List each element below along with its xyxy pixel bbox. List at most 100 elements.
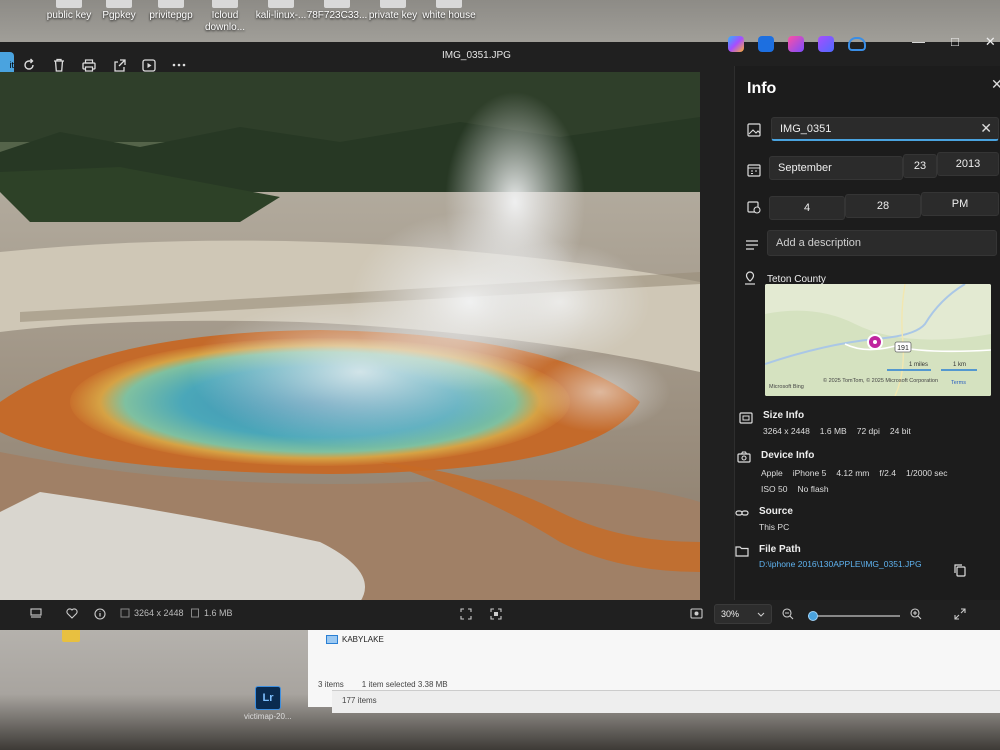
more-icon [172,63,186,67]
lightroom-app-icon[interactable]: Lr [255,686,281,710]
file-size-text: 1.6 MB [204,608,233,618]
copy-icon[interactable] [953,563,967,577]
image-icon [747,123,761,137]
share-icon [113,58,126,72]
fit-view-button[interactable] [460,608,472,620]
file-name-input[interactable]: IMG_0351 ✕ [771,117,999,141]
device-info-values-row2: ISO 50 No flash [761,484,829,494]
time-minute-select[interactable]: 28 [845,194,921,218]
device-focal-length: 4.12 mm [836,468,870,478]
description-input[interactable]: Add a description [767,230,997,256]
fullscreen-button[interactable] [954,608,966,620]
file-path-link[interactable]: D:\iphone 2016\130APPLE\IMG_0351.JPG [759,559,922,569]
close-icon[interactable]: ✕ [985,34,996,50]
file-path-value: D:\iphone 2016\130APPLE\IMG_0351.JPG [759,559,922,569]
explorer-item-count: 3 items [318,680,344,689]
create-icon[interactable] [818,36,834,52]
close-info-icon[interactable]: ✕ [991,76,1000,93]
photo-viewport[interactable] [0,72,700,602]
device-flash: No flash [797,484,829,494]
explorer-selected-info: 1 item selected 3.38 MB [361,680,448,689]
zoom-in-button[interactable] [910,608,922,620]
device-shutter: 1/2000 sec [905,468,948,478]
size-info-dims: 3264 x 2448 [763,426,810,436]
date-month-value: September [778,162,832,174]
zoom-out-icon [782,608,794,620]
source-label: Source [759,506,793,517]
time-period-value: PM [951,198,969,210]
printer-icon [82,58,96,72]
explorer-drive-row[interactable]: KABYLAKE [326,635,384,644]
explorer2-item-count: 177 items [342,696,377,705]
onedrive-icon[interactable] [848,37,866,51]
computer-icon [326,635,338,644]
clipchamp-icon[interactable] [788,36,804,52]
desktop-icon-label: white house [422,10,476,21]
map-terms-link[interactable]: Terms [951,380,966,386]
actual-size-icon [490,608,502,620]
map-brand: Microsoft Bing [769,384,804,390]
file-icon [380,0,406,8]
rotate-icon [24,58,34,70]
size-info-values: 3264 x 2448 1.6 MB 72 dpi 24 bit [763,426,911,436]
file-icon [324,0,350,8]
maximize-icon[interactable]: □ [951,34,959,50]
actual-size-button[interactable] [490,608,502,620]
zoom-dropdown[interactable]: 30% [714,604,772,624]
image-enhance-icon [690,608,703,619]
size-info-size: 1.6 MB [819,426,847,436]
minimize-icon[interactable]: — [912,34,925,50]
map-route-label: 191 [897,345,909,352]
date-month-select[interactable]: September [769,156,903,180]
location-map[interactable]: 191 1 miles 1 km Microsoft Bing © 2025 T… [765,284,991,396]
map-copyright: © 2025 TomTom, © 2025 Microsoft Corporat… [823,377,938,384]
zoom-slider-thumb[interactable] [808,611,818,621]
filmstrip-button[interactable] [30,608,42,618]
calendar-icon [747,164,761,177]
expand-icon [954,608,966,620]
description-icon [746,240,758,250]
date-day-value: 23 [913,160,927,172]
ai-enhance-button[interactable] [690,608,703,619]
date-year-select[interactable]: 2013 [937,152,999,176]
zoom-slider[interactable] [808,611,900,621]
device-model: iPhone 5 [792,468,827,478]
photos-window: it IMG_0351.JPG — □ ✕ 3264 x 2448 1.6 MB… [0,34,1000,630]
file-icon [158,0,184,8]
clear-name-icon[interactable]: ✕ [980,120,992,137]
slideshow-icon [142,58,156,72]
clock-calendar-icon [747,201,761,214]
device-make: Apple [761,468,783,478]
time-hour-select[interactable]: 4 [769,196,845,220]
desktop-app-label: victimap-20... [244,712,292,721]
device-aperture: f/2.4 [879,468,896,478]
time-period-select[interactable]: PM [921,192,999,216]
size-info-icon [739,412,753,424]
app-icon-strip [728,36,866,52]
folder-icon [735,546,749,557]
file-icon [268,0,294,8]
device-info-label: Device Info [761,450,815,461]
file-explorer-window-2: 177 items [332,690,1000,713]
info-button[interactable] [94,608,106,620]
copilot-icon[interactable] [728,36,744,52]
desktop-icon-white-house[interactable]: white house [412,0,486,44]
time-minute-value: 28 [876,200,890,212]
photo-image [0,72,700,602]
camera-icon [737,451,751,463]
file-name-value: IMG_0351 [780,122,832,135]
date-day-select[interactable]: 23 [903,154,937,178]
image-size-icon [120,608,130,618]
fit-screen-icon [460,608,472,620]
favorite-button[interactable] [66,608,78,619]
source-values: This PC [759,522,789,532]
folder-icon[interactable] [62,628,80,642]
info-panel-title: Info [747,80,777,97]
designer-icon[interactable] [758,36,774,52]
info-panel: Info ✕ IMG_0351 ✕ September 23 2013 4 28… [734,66,1000,600]
source-value: This PC [759,522,790,532]
file-icon [106,0,132,8]
device-info-values-row1: Apple iPhone 5 4.12 mm f/2.4 1/2000 sec [761,468,948,478]
map-scale-km: 1 km [953,362,966,368]
zoom-out-button[interactable] [782,608,794,620]
